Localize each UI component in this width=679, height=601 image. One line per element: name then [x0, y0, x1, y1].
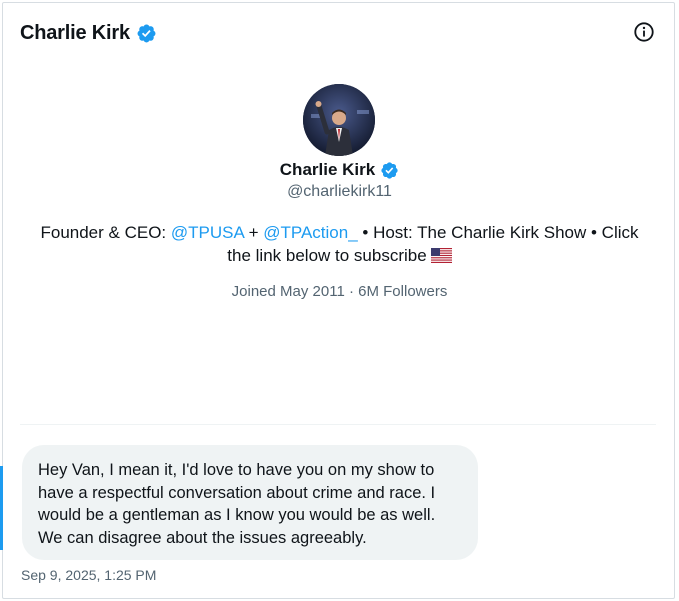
conversation-header: Charlie Kirk — [20, 18, 157, 48]
profile-name[interactable]: Charlie Kirk — [280, 160, 375, 180]
meta-separator: · — [344, 283, 359, 300]
profile-meta: Joined May 2011 · 6M Followers — [0, 283, 679, 300]
divider — [20, 424, 656, 425]
bio-joiner: + — [243, 223, 264, 242]
message-timestamp: Sep 9, 2025, 1:25 PM — [21, 567, 157, 583]
message-text: Hey Van, I mean it, I'd love to have you… — [38, 461, 436, 547]
profile-name-row: Charlie Kirk — [0, 157, 679, 183]
us-flag-icon — [430, 248, 452, 263]
followers-count[interactable]: 6M Followers — [358, 283, 447, 300]
profile-handle[interactable]: @charliekirk11 — [0, 183, 679, 201]
info-icon[interactable] — [633, 21, 655, 43]
verified-badge-icon — [381, 161, 398, 179]
mention-link-tpaction[interactable]: @TPAction_ — [263, 223, 357, 242]
joined-date: Joined May 2011 — [231, 283, 345, 300]
verified-badge-icon — [137, 24, 156, 42]
avatar[interactable] — [303, 84, 375, 156]
mention-link-tpusa[interactable]: @TPUSA — [171, 223, 244, 242]
scroll-indicator — [0, 466, 3, 550]
message-bubble[interactable]: Hey Van, I mean it, I'd love to have you… — [22, 445, 478, 560]
avatar-image — [303, 84, 375, 156]
bio-prefix: Founder & CEO: — [40, 223, 171, 242]
header-name[interactable]: Charlie Kirk — [20, 22, 130, 45]
profile-bio: Founder & CEO: @TPUSA + @TPAction_ • Hos… — [30, 221, 649, 267]
